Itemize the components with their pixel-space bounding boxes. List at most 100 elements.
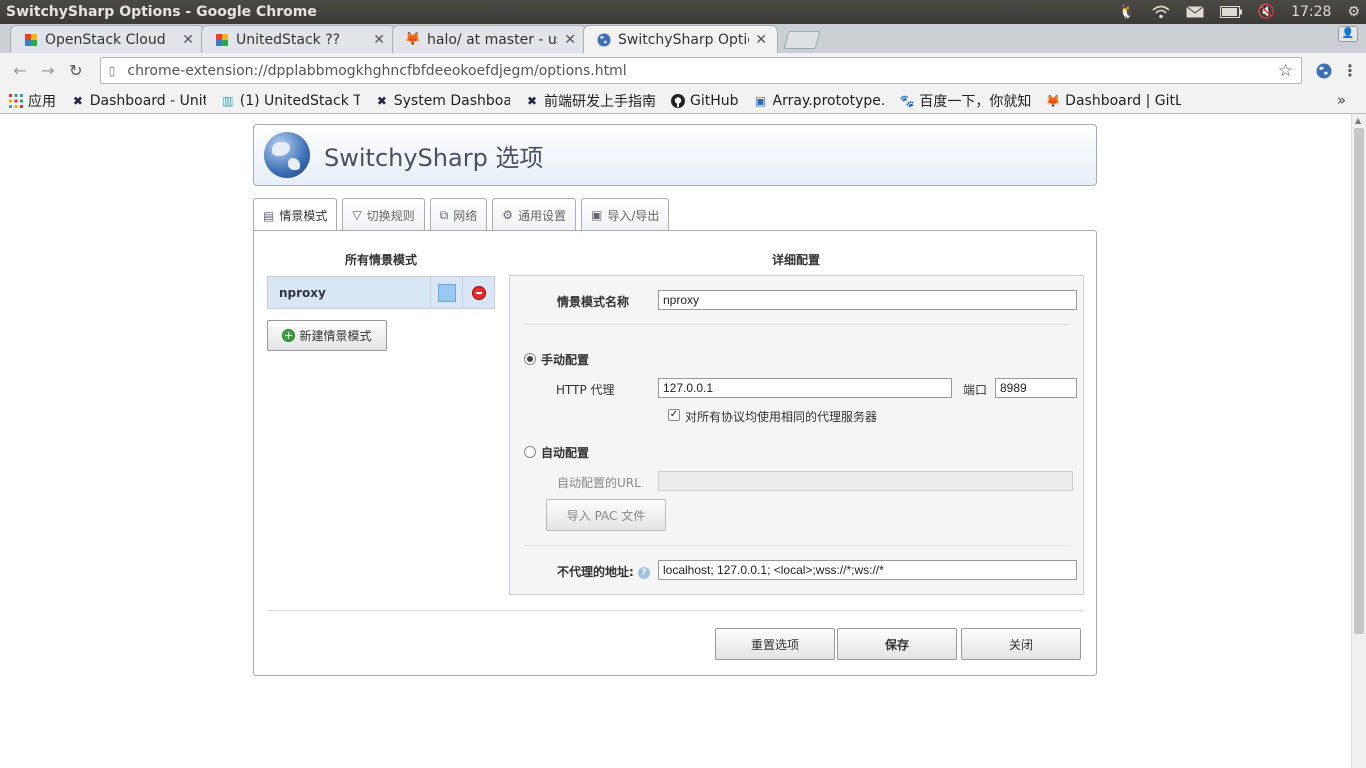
bookmark-unitedstack[interactable]: ▥ (1) UnitedStack T bbox=[220, 93, 360, 109]
reload-icon[interactable]: ↻ bbox=[64, 59, 88, 83]
more-bookmarks-icon[interactable]: » bbox=[1337, 91, 1346, 109]
tab-profiles[interactable]: ▤ 情景模式 bbox=[253, 198, 338, 232]
bookmark-label: System Dashboa bbox=[393, 92, 510, 109]
mdn-icon: ▣ bbox=[754, 93, 767, 108]
close-icon[interactable]: ✕ bbox=[373, 32, 385, 48]
manual-config-label: 手动配置 bbox=[541, 353, 590, 367]
gear-icon[interactable]: ⚙ bbox=[1347, 4, 1360, 20]
window-title: SwitchySharp Options - Google Chrome bbox=[6, 4, 317, 20]
auto-url-input[interactable] bbox=[658, 471, 1073, 491]
bookmark-label: Dashboard | GitL bbox=[1065, 92, 1182, 109]
openstack-icon bbox=[23, 32, 39, 48]
profile-icon[interactable]: 👤 bbox=[1338, 26, 1358, 42]
penguin-icon[interactable]: 🐧 bbox=[1118, 4, 1135, 20]
bookmark-github[interactable]: GitHub bbox=[670, 93, 739, 109]
globe-icon bbox=[596, 32, 612, 48]
tab-label: 导入/导出 bbox=[607, 208, 660, 223]
bypass-list-input[interactable]: localhost; 127.0.0.1; <local>;wss://*;ws… bbox=[658, 560, 1077, 580]
new-tab-button[interactable] bbox=[783, 31, 821, 49]
forward-icon[interactable]: → bbox=[36, 59, 60, 83]
tools-icon: ✖ bbox=[526, 93, 538, 108]
browser-tab-unitedstack[interactable]: UnitedStack ?? ✕ bbox=[201, 25, 396, 53]
browser-tab-switchysharp[interactable]: SwitchySharp Optic ✕ bbox=[583, 25, 778, 53]
bookmark-frontend-guide[interactable]: ✖ 前端研发上手指南 bbox=[524, 91, 656, 111]
port-input[interactable]: 8989 bbox=[995, 378, 1077, 398]
tab-label: halo/ at master - us bbox=[427, 31, 559, 48]
close-icon[interactable]: ✕ bbox=[182, 32, 194, 48]
bookmark-label: GitHub bbox=[690, 92, 739, 109]
profile-item-nproxy[interactable]: nproxy bbox=[267, 276, 495, 309]
bookmark-label: Dashboard - Unit bbox=[89, 92, 206, 109]
reset-button[interactable]: 重置选项 bbox=[715, 628, 835, 660]
floppy-icon: ▣ bbox=[590, 208, 603, 222]
bookmarks-bar: 应用 ✖ Dashboard - Unit ▥ (1) UnitedStack … bbox=[0, 88, 1366, 114]
manual-config-radio[interactable] bbox=[524, 353, 536, 365]
url-text[interactable]: chrome-extension://dpplabbmogkhghncfbfde… bbox=[127, 63, 1277, 79]
options-tabs: ▤ 情景模式 ▽ 切换规则 ⧉ 网络 ⚙ 通用设置 ▣ 导入/导出 bbox=[253, 198, 670, 232]
auto-config-label: 自动配置 bbox=[541, 446, 590, 460]
bookmark-dashboard-unit[interactable]: ✖ Dashboard - Unit bbox=[70, 93, 206, 109]
delete-icon[interactable] bbox=[471, 285, 486, 300]
browser-tab-halo[interactable]: 🦊 halo/ at master - us ✕ bbox=[392, 25, 587, 53]
switchysharp-extension-icon[interactable] bbox=[1312, 59, 1336, 83]
auto-config-radio[interactable] bbox=[524, 446, 536, 458]
gitlab-icon: 🦊 bbox=[1045, 93, 1061, 108]
volume-muted-icon[interactable]: 🔇 bbox=[1258, 4, 1275, 20]
battery-icon[interactable] bbox=[1219, 6, 1242, 18]
browser-tab-openstack[interactable]: OpenStack Cloud ✕ bbox=[10, 25, 205, 53]
tab-switch-rules[interactable]: ▽ 切换规则 bbox=[342, 198, 425, 231]
color-swatch[interactable] bbox=[437, 283, 456, 302]
save-label: 保存 bbox=[884, 637, 909, 652]
clock[interactable]: 17:28 bbox=[1291, 4, 1331, 20]
tab-label: OpenStack Cloud bbox=[45, 31, 166, 48]
profile-delete-cell[interactable] bbox=[462, 277, 494, 308]
tab-network[interactable]: ⧉ 网络 bbox=[429, 198, 488, 231]
new-profile-button[interactable]: 新建情景模式 bbox=[267, 320, 387, 351]
import-pac-label: 导入 PAC 文件 bbox=[566, 508, 646, 523]
wifi-icon[interactable] bbox=[1152, 5, 1170, 19]
mail-icon[interactable] bbox=[1185, 6, 1204, 18]
close-icon[interactable]: ✕ bbox=[564, 32, 576, 48]
bookmark-gitlab-dashboard[interactable]: 🦊 Dashboard | GitL bbox=[1045, 92, 1182, 109]
star-icon[interactable]: ☆ bbox=[1278, 61, 1293, 81]
close-button[interactable]: 关闭 bbox=[961, 628, 1081, 660]
tab-label: SwitchySharp Optic bbox=[618, 31, 750, 48]
scrollbar-thumb[interactable] bbox=[1354, 128, 1364, 634]
save-button[interactable]: 保存 bbox=[837, 628, 957, 660]
profile-color-cell[interactable] bbox=[430, 277, 462, 308]
bookmark-system-dashboard[interactable]: ✖ System Dashboa bbox=[374, 93, 510, 109]
bypass-label-wrap: 不代理的地址:? bbox=[557, 563, 650, 580]
gitlab-icon: 🦊 bbox=[404, 32, 422, 47]
help-icon[interactable]: ? bbox=[637, 566, 650, 579]
close-icon[interactable]: ✕ bbox=[755, 32, 767, 48]
divider bbox=[524, 324, 1069, 325]
footer-divider bbox=[267, 610, 1083, 611]
menu-icon[interactable]: ⋮ bbox=[1342, 61, 1358, 80]
network-icon: ⧉ bbox=[439, 207, 449, 222]
bookmark-apps[interactable]: 应用 bbox=[8, 91, 56, 111]
http-proxy-label: HTTP 代理 bbox=[556, 383, 615, 397]
page-scrollbar[interactable]: ▲ bbox=[1351, 114, 1366, 768]
bookmark-baidu[interactable]: 🐾 百度一下，你就知 bbox=[899, 91, 1031, 111]
close-label: 关闭 bbox=[1008, 637, 1033, 652]
add-icon bbox=[282, 329, 296, 342]
profile-name-input[interactable]: nproxy bbox=[658, 290, 1077, 310]
reset-label: 重置选项 bbox=[750, 637, 799, 652]
scroll-up-icon[interactable]: ▲ bbox=[1355, 116, 1361, 125]
import-pac-button[interactable]: 导入 PAC 文件 bbox=[546, 499, 666, 531]
tab-import-export[interactable]: ▣ 导入/导出 bbox=[580, 198, 670, 231]
new-profile-label: 新建情景模式 bbox=[299, 329, 372, 343]
browser-toolbar: ← → ↻ ▯ chrome-extension://dpplabbmogkhg… bbox=[0, 53, 1366, 88]
system-tray: 🐧 🔇 17:28 ⚙ bbox=[1118, 4, 1360, 20]
page-icon: ▯ bbox=[108, 63, 116, 78]
bookmark-array-prototype[interactable]: ▣ Array.prototype. bbox=[753, 93, 886, 109]
profiles-heading: 所有情景模式 bbox=[345, 253, 418, 267]
same-proxy-checkbox[interactable]: ✓ bbox=[668, 409, 680, 421]
divider bbox=[524, 545, 1069, 546]
auto-url-label: 自动配置的URL bbox=[557, 476, 641, 490]
http-proxy-input[interactable]: 127.0.0.1 bbox=[658, 378, 952, 398]
tab-general-settings[interactable]: ⚙ 通用设置 bbox=[492, 198, 576, 231]
united-icon: ▥ bbox=[222, 93, 234, 108]
address-bar[interactable]: ▯ chrome-extension://dpplabbmogkhghncfbf… bbox=[99, 57, 1303, 84]
back-icon[interactable]: ← bbox=[8, 59, 32, 83]
